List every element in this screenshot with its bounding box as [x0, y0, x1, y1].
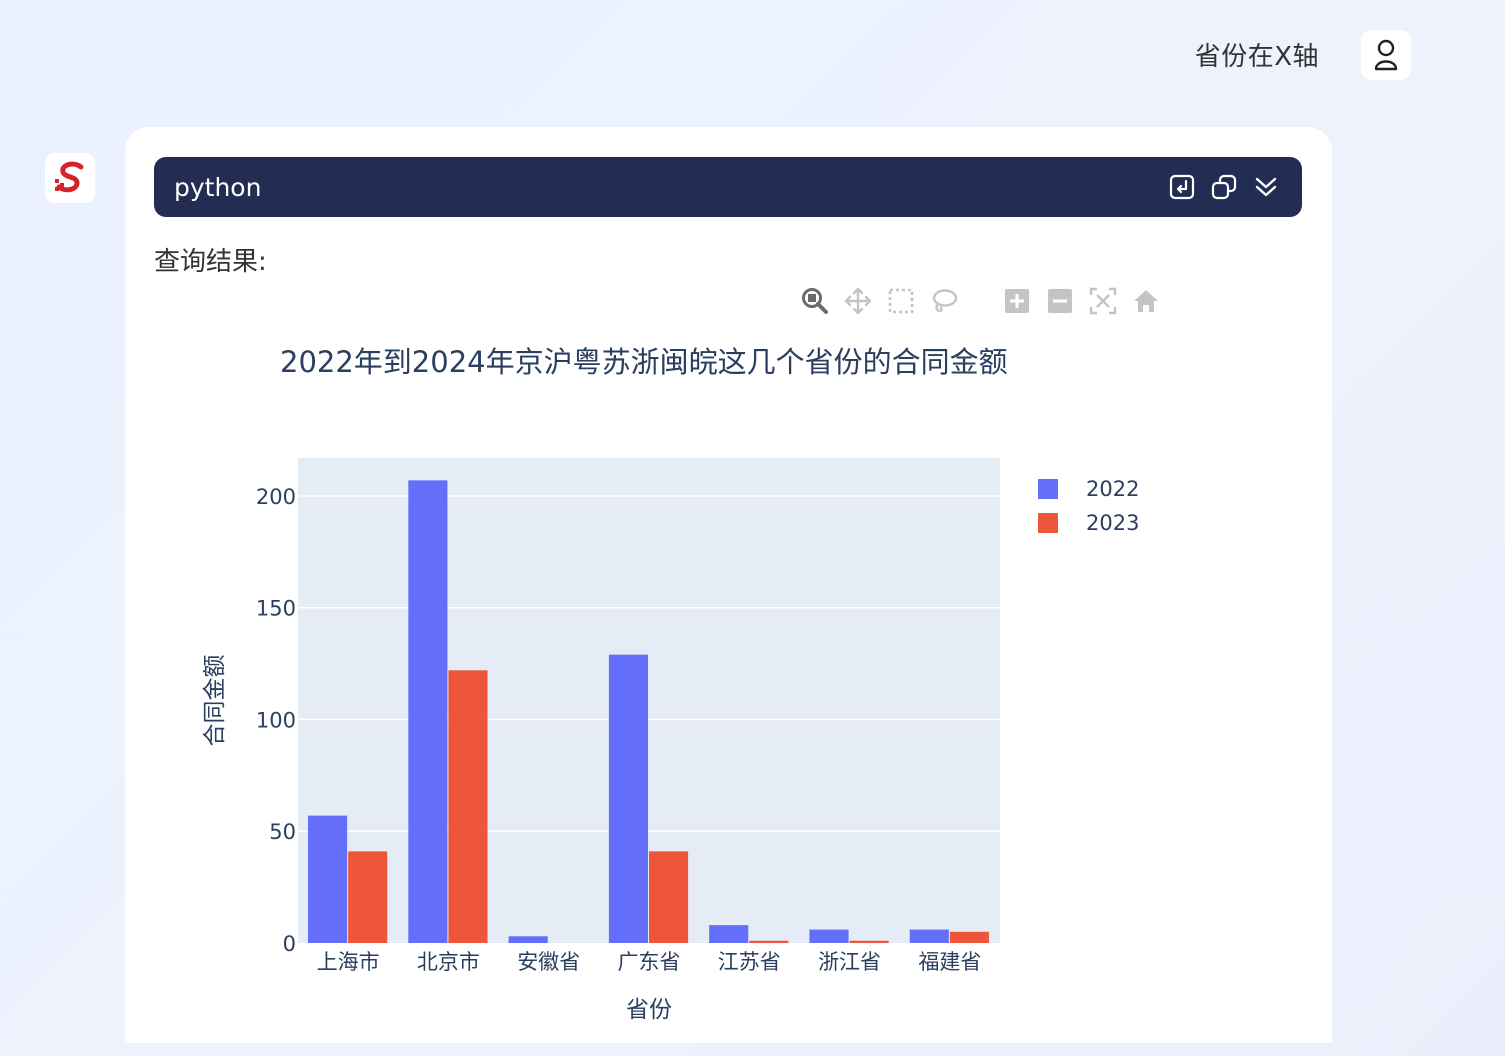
x-tick-label: 浙江省: [818, 950, 881, 974]
bar-2022-0: [308, 815, 348, 943]
legend-label-2023: 2023: [1086, 511, 1140, 535]
user-message: 省份在X轴: [1194, 42, 1319, 72]
response-card: python 查询结果: 2022年到2024年京沪粤苏浙闽皖这几个省份的合同金…: [125, 127, 1332, 1043]
bar-2023-4: [749, 940, 789, 943]
bar-2022-3: [608, 654, 648, 943]
legend-swatch-2022: [1038, 479, 1058, 499]
bar-chart: 0 50 100 150 200 上海市 北京市 安徽省 广东省 江苏省 浙江省 福建省省份 合同金额: [202, 458, 1000, 1023]
y-tick-label: 150: [256, 597, 296, 621]
legend-swatch-2023: [1038, 513, 1058, 533]
user-avatar[interactable]: [1361, 30, 1411, 80]
bar-2023-1: [448, 670, 488, 943]
y-tick-label: 0: [283, 932, 296, 956]
y-tick-label: 100: [256, 708, 296, 732]
x-tick-label: 广东省: [618, 950, 681, 974]
bar-2023-0: [348, 851, 388, 943]
bar-2023-6: [949, 931, 989, 943]
x-tick-label: 福建省: [918, 950, 981, 974]
y-axis-title: 合同金额: [202, 655, 228, 747]
x-tick-label: 北京市: [417, 950, 480, 974]
legend-item-2023[interactable]: 2023: [1038, 506, 1139, 540]
chart-legend: 2022 2023: [1038, 472, 1139, 540]
legend-label-2022: 2022: [1086, 477, 1140, 501]
bar-2022-5: [809, 929, 849, 943]
bar-2022-1: [408, 480, 448, 943]
bar-2023-3: [649, 851, 689, 943]
brand-logo-icon: [55, 161, 84, 193]
y-tick-label: 50: [269, 820, 296, 844]
bar-2022-6: [909, 929, 949, 943]
bar-2022-4: [709, 925, 749, 943]
x-tick-label: 江苏省: [718, 950, 781, 974]
x-tick-label: 安徽省: [517, 950, 580, 974]
x-axis-title: 省份: [626, 997, 672, 1023]
legend-item-2022[interactable]: 2022: [1038, 472, 1139, 506]
bot-avatar: [45, 153, 95, 203]
bar-2022-2: [508, 936, 548, 943]
x-tick-label: 上海市: [317, 950, 380, 974]
bar-2023-5: [849, 940, 889, 943]
y-tick-label: 200: [256, 485, 296, 509]
user-icon: [1374, 39, 1398, 71]
